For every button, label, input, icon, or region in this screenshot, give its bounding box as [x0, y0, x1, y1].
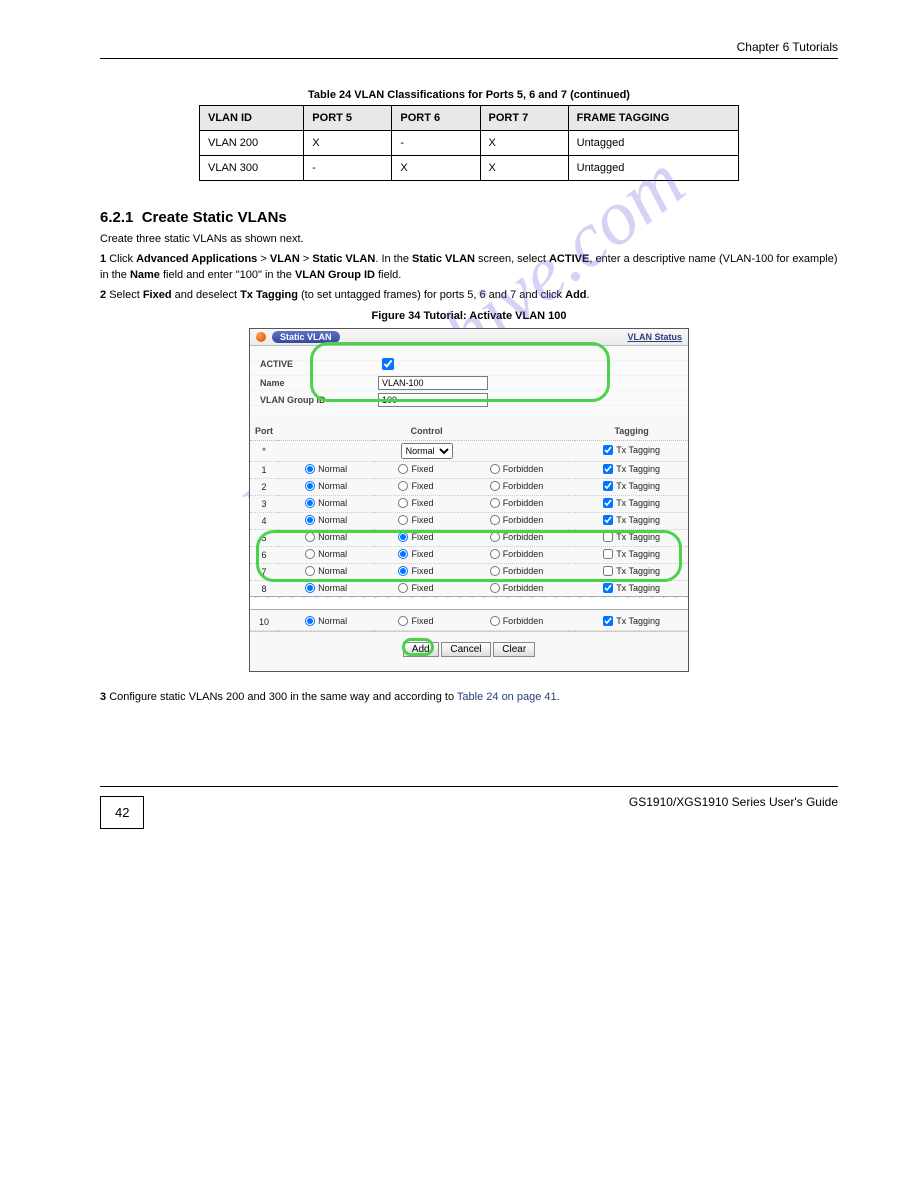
control-forbidden-radio[interactable]	[490, 481, 500, 491]
control-normal-radio[interactable]	[305, 566, 315, 576]
control-fixed-radio[interactable]	[398, 616, 408, 626]
label-name: Name	[260, 378, 370, 388]
th-vlanid: VLAN ID	[200, 106, 304, 131]
tx-tagging-checkbox[interactable]	[603, 498, 613, 508]
th-port6: PORT 6	[392, 106, 480, 131]
panel-icon	[256, 332, 266, 342]
th-control: Control	[278, 422, 575, 441]
table-row: VLAN 200 X - X Untagged	[200, 131, 739, 156]
control-forbidden-radio[interactable]	[490, 549, 500, 559]
port-row: 3NormalFixedForbiddenTx Tagging	[250, 495, 688, 512]
control-fixed-radio[interactable]	[398, 515, 408, 525]
control-forbidden-radio[interactable]	[490, 583, 500, 593]
tx-tagging-checkbox[interactable]	[603, 481, 613, 491]
screenshot-static-vlan: Static VLAN VLAN Status ACTIVE Name VLAN…	[249, 328, 689, 672]
port-row: *NormalTx Tagging	[250, 440, 688, 461]
control-fixed-radio[interactable]	[398, 549, 408, 559]
add-button[interactable]: Add	[403, 642, 439, 657]
control-normal-radio[interactable]	[305, 498, 315, 508]
footer-guide: GS1910/XGS1910 Series User's Guide	[100, 795, 838, 809]
port-config-table: Port Control Tagging *NormalTx Tagging1N…	[250, 422, 688, 598]
tx-tagging-checkbox[interactable]	[603, 532, 613, 542]
tear-line	[250, 596, 688, 610]
step-1: 1 Click Advanced Applications > VLAN > S…	[100, 252, 838, 284]
control-forbidden-radio[interactable]	[490, 464, 500, 474]
vlan-group-id-input[interactable]	[378, 393, 488, 407]
table-caption: Table 24 VLAN Classifications for Ports …	[100, 89, 838, 101]
tx-tagging-checkbox[interactable]	[603, 583, 613, 593]
th-tagging: Tagging	[575, 422, 688, 441]
control-normal-radio[interactable]	[305, 583, 315, 593]
port-config-table-cont: 10NormalFixedForbiddenTx Tagging	[250, 614, 688, 631]
control-forbidden-radio[interactable]	[490, 616, 500, 626]
control-normal-radio[interactable]	[305, 464, 315, 474]
tx-tagging-checkbox[interactable]	[603, 616, 613, 626]
label-active: ACTIVE	[260, 359, 370, 369]
panel-title: Static VLAN	[272, 331, 340, 343]
port-row: 6NormalFixedForbiddenTx Tagging	[250, 546, 688, 563]
section-heading: 6.2.1 Create Static VLANs	[100, 209, 838, 226]
port-row: 7NormalFixedForbiddenTx Tagging	[250, 563, 688, 580]
tx-tagging-checkbox[interactable]	[603, 515, 613, 525]
port-row: 5NormalFixedForbiddenTx Tagging	[250, 529, 688, 546]
port-row: 8NormalFixedForbiddenTx Tagging	[250, 580, 688, 597]
label-vlan-group-id: VLAN Group ID	[260, 395, 370, 405]
control-fixed-radio[interactable]	[398, 583, 408, 593]
page-number: 42	[100, 796, 144, 829]
control-normal-radio[interactable]	[305, 532, 315, 542]
th-port5: PORT 5	[304, 106, 392, 131]
table-row: VLAN 300 - X X Untagged	[200, 156, 739, 181]
control-fixed-radio[interactable]	[398, 532, 408, 542]
figure-caption: Figure 34 Tutorial: Activate VLAN 100	[100, 310, 838, 322]
control-forbidden-radio[interactable]	[490, 515, 500, 525]
control-forbidden-radio[interactable]	[490, 566, 500, 576]
step-3: 3 Configure static VLANs 200 and 300 in …	[100, 690, 838, 706]
control-forbidden-radio[interactable]	[490, 498, 500, 508]
control-fixed-radio[interactable]	[398, 464, 408, 474]
port-row: 1NormalFixedForbiddenTx Tagging	[250, 461, 688, 478]
control-fixed-radio[interactable]	[398, 498, 408, 508]
running-header: Chapter 6 Tutorials	[100, 40, 838, 54]
control-normal-radio[interactable]	[305, 481, 315, 491]
tx-tagging-checkbox[interactable]	[603, 566, 613, 576]
clear-button[interactable]: Clear	[493, 642, 535, 657]
th-port7: PORT 7	[480, 106, 568, 131]
tx-tagging-checkbox[interactable]	[603, 464, 613, 474]
vlan-classification-table: VLAN ID PORT 5 PORT 6 PORT 7 FRAME TAGGI…	[199, 105, 739, 181]
th-tagging: FRAME TAGGING	[568, 106, 738, 131]
control-normal-radio[interactable]	[305, 549, 315, 559]
section-intro: Create three static VLANs as shown next.	[100, 232, 838, 248]
control-normal-radio[interactable]	[305, 515, 315, 525]
control-forbidden-radio[interactable]	[490, 532, 500, 542]
control-normal-radio[interactable]	[305, 616, 315, 626]
vlan-status-link[interactable]: VLAN Status	[627, 332, 682, 342]
active-checkbox[interactable]	[382, 358, 394, 370]
th-port: Port	[250, 422, 278, 441]
control-fixed-radio[interactable]	[398, 566, 408, 576]
name-input[interactable]	[378, 376, 488, 390]
tx-tagging-checkbox[interactable]	[603, 549, 613, 559]
step-2: 2 Select Fixed and deselect Tx Tagging (…	[100, 288, 838, 304]
control-select[interactable]: Normal	[401, 443, 453, 459]
port-row: 2NormalFixedForbiddenTx Tagging	[250, 478, 688, 495]
tx-tagging-checkbox[interactable]	[603, 445, 613, 455]
port-row: 10NormalFixedForbiddenTx Tagging	[250, 614, 688, 631]
port-row: 4NormalFixedForbiddenTx Tagging	[250, 512, 688, 529]
control-fixed-radio[interactable]	[398, 481, 408, 491]
cancel-button[interactable]: Cancel	[441, 642, 490, 657]
